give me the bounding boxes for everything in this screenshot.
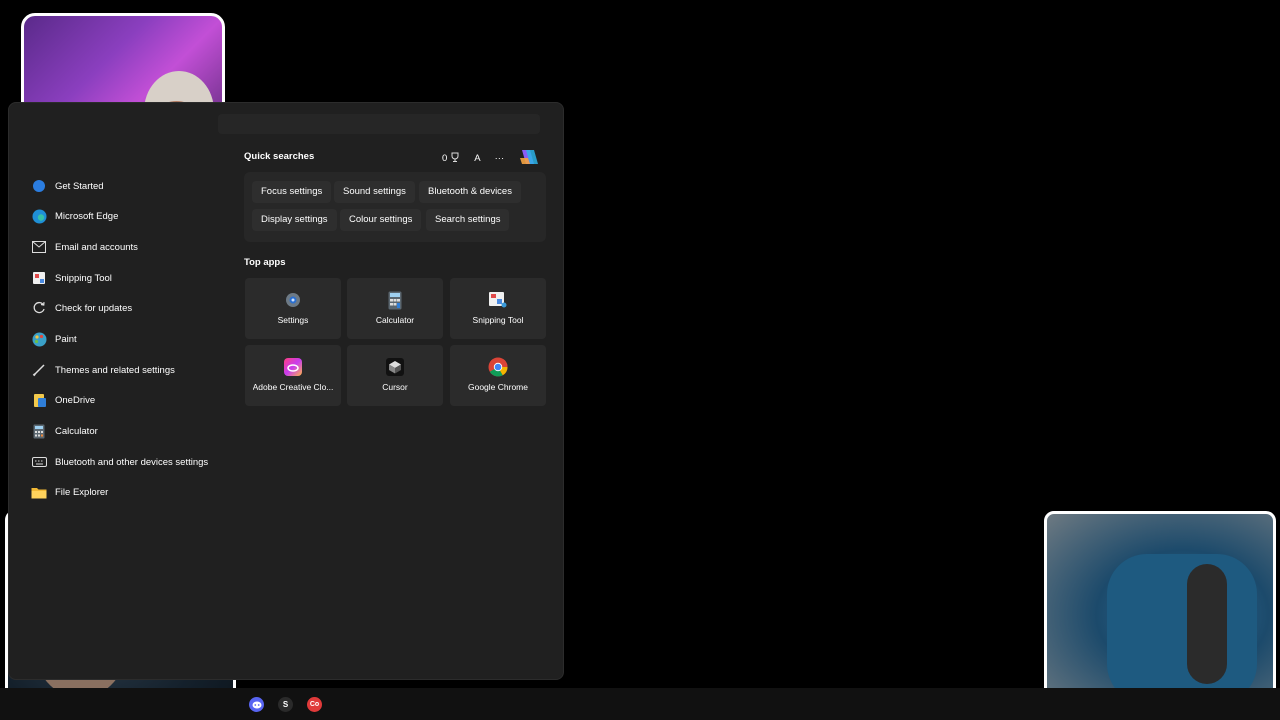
refresh-icon xyxy=(31,300,47,316)
rewards-points[interactable]: 0 xyxy=(442,152,460,165)
pen-icon xyxy=(31,362,47,378)
app-tile-adobe-creative-cloud[interactable]: Adobe Creative Clo... xyxy=(245,345,341,406)
list-item-snipping-tool[interactable]: Snipping Tool xyxy=(26,264,112,292)
list-item-file-explorer[interactable]: File Explorer xyxy=(26,478,108,506)
app-tile-calculator[interactable]: Calculator xyxy=(347,278,443,339)
chip-colour-settings[interactable]: Colour settings xyxy=(340,209,422,231)
more-options-button[interactable]: ··· xyxy=(495,153,505,164)
cursor-app-icon xyxy=(385,357,405,377)
edge-icon xyxy=(31,208,47,224)
app-tile-label: Snipping Tool xyxy=(472,315,524,325)
quick-searches-heading: Quick searches xyxy=(244,151,315,162)
list-item-label: Microsoft Edge xyxy=(55,210,119,222)
list-item-calculator[interactable]: Calculator xyxy=(26,417,98,445)
copilot-icon[interactable] xyxy=(518,148,539,169)
folder-icon xyxy=(31,484,47,500)
settings-gear-icon xyxy=(283,290,303,310)
list-item-label: OneDrive xyxy=(55,394,96,406)
mail-icon xyxy=(31,239,47,255)
app-tile-label: Calculator xyxy=(375,315,415,325)
discord-icon[interactable] xyxy=(249,697,264,712)
list-item-label: Snipping Tool xyxy=(55,272,112,284)
search-input[interactable] xyxy=(218,114,540,134)
list-item-email-accounts[interactable]: Email and accounts xyxy=(26,233,138,261)
list-item-microsoft-edge[interactable]: Microsoft Edge xyxy=(26,202,118,230)
search-header-tools: 0 A ··· xyxy=(442,148,539,169)
trophy-icon xyxy=(450,152,460,165)
adobe-creative-cloud-icon xyxy=(283,357,303,377)
app-tile-cursor[interactable]: Cursor xyxy=(347,345,443,406)
list-item-label: Themes and related settings xyxy=(55,364,175,376)
list-item-label: Bluetooth and other devices settings xyxy=(55,456,209,468)
calculator-icon xyxy=(31,423,47,439)
list-item-label: Check for updates xyxy=(55,302,133,314)
quick-searches-chips: Focus settings Sound settings Bluetooth … xyxy=(244,172,546,242)
list-item-label: Email and accounts xyxy=(55,241,138,253)
app-tile-label: Settings xyxy=(277,315,309,325)
app-tile-google-chrome[interactable]: Google Chrome xyxy=(450,345,546,406)
snipping-tool-icon xyxy=(31,270,47,286)
calculator-icon xyxy=(385,290,405,310)
chip-display-settings[interactable]: Display settings xyxy=(252,209,337,231)
get-started-icon xyxy=(31,178,47,194)
paint-icon xyxy=(31,331,47,347)
app-tile-label: Adobe Creative Clo... xyxy=(252,382,334,392)
list-item-label: Get Started xyxy=(55,180,104,192)
chip-search-settings[interactable]: Search settings xyxy=(426,209,510,231)
list-item-themes[interactable]: Themes and related settings xyxy=(26,356,175,384)
chip-sound-settings[interactable]: Sound settings xyxy=(334,181,415,203)
list-item-label: File Explorer xyxy=(55,486,109,498)
list-item-label: Paint xyxy=(55,333,77,345)
top-apps-heading: Top apps xyxy=(244,257,286,268)
app-tile-settings[interactable]: Settings xyxy=(245,278,341,339)
app-tile-snipping-tool[interactable]: Snipping Tool xyxy=(450,278,546,339)
chrome-icon xyxy=(488,357,508,377)
list-item-label: Calculator xyxy=(55,425,98,437)
snipping-tool-icon xyxy=(488,290,508,310)
rewards-points-value: 0 xyxy=(442,152,448,164)
s-app-icon[interactable]: S xyxy=(278,697,293,712)
list-item-onedrive[interactable]: OneDrive xyxy=(26,386,95,414)
taskbar xyxy=(0,688,1280,720)
red-app-icon[interactable]: Co xyxy=(307,697,322,712)
list-item-check-updates[interactable]: Check for updates xyxy=(26,294,132,322)
list-item-bluetooth-devices[interactable]: Bluetooth and other devices settings xyxy=(26,448,208,476)
app-tile-label: Google Chrome xyxy=(467,382,528,392)
webcam-overlay-bottom-right xyxy=(1044,511,1276,718)
chip-focus-settings[interactable]: Focus settings xyxy=(252,181,332,203)
keyboard-icon xyxy=(31,454,47,470)
onedrive-icon xyxy=(31,392,47,408)
list-item-get-started[interactable]: Get Started xyxy=(26,172,104,200)
list-item-paint[interactable]: Paint xyxy=(26,325,77,353)
chip-bluetooth-devices[interactable]: Bluetooth & devices xyxy=(419,181,521,203)
app-tile-label: Cursor xyxy=(382,382,408,392)
account-button[interactable]: A xyxy=(474,153,480,164)
